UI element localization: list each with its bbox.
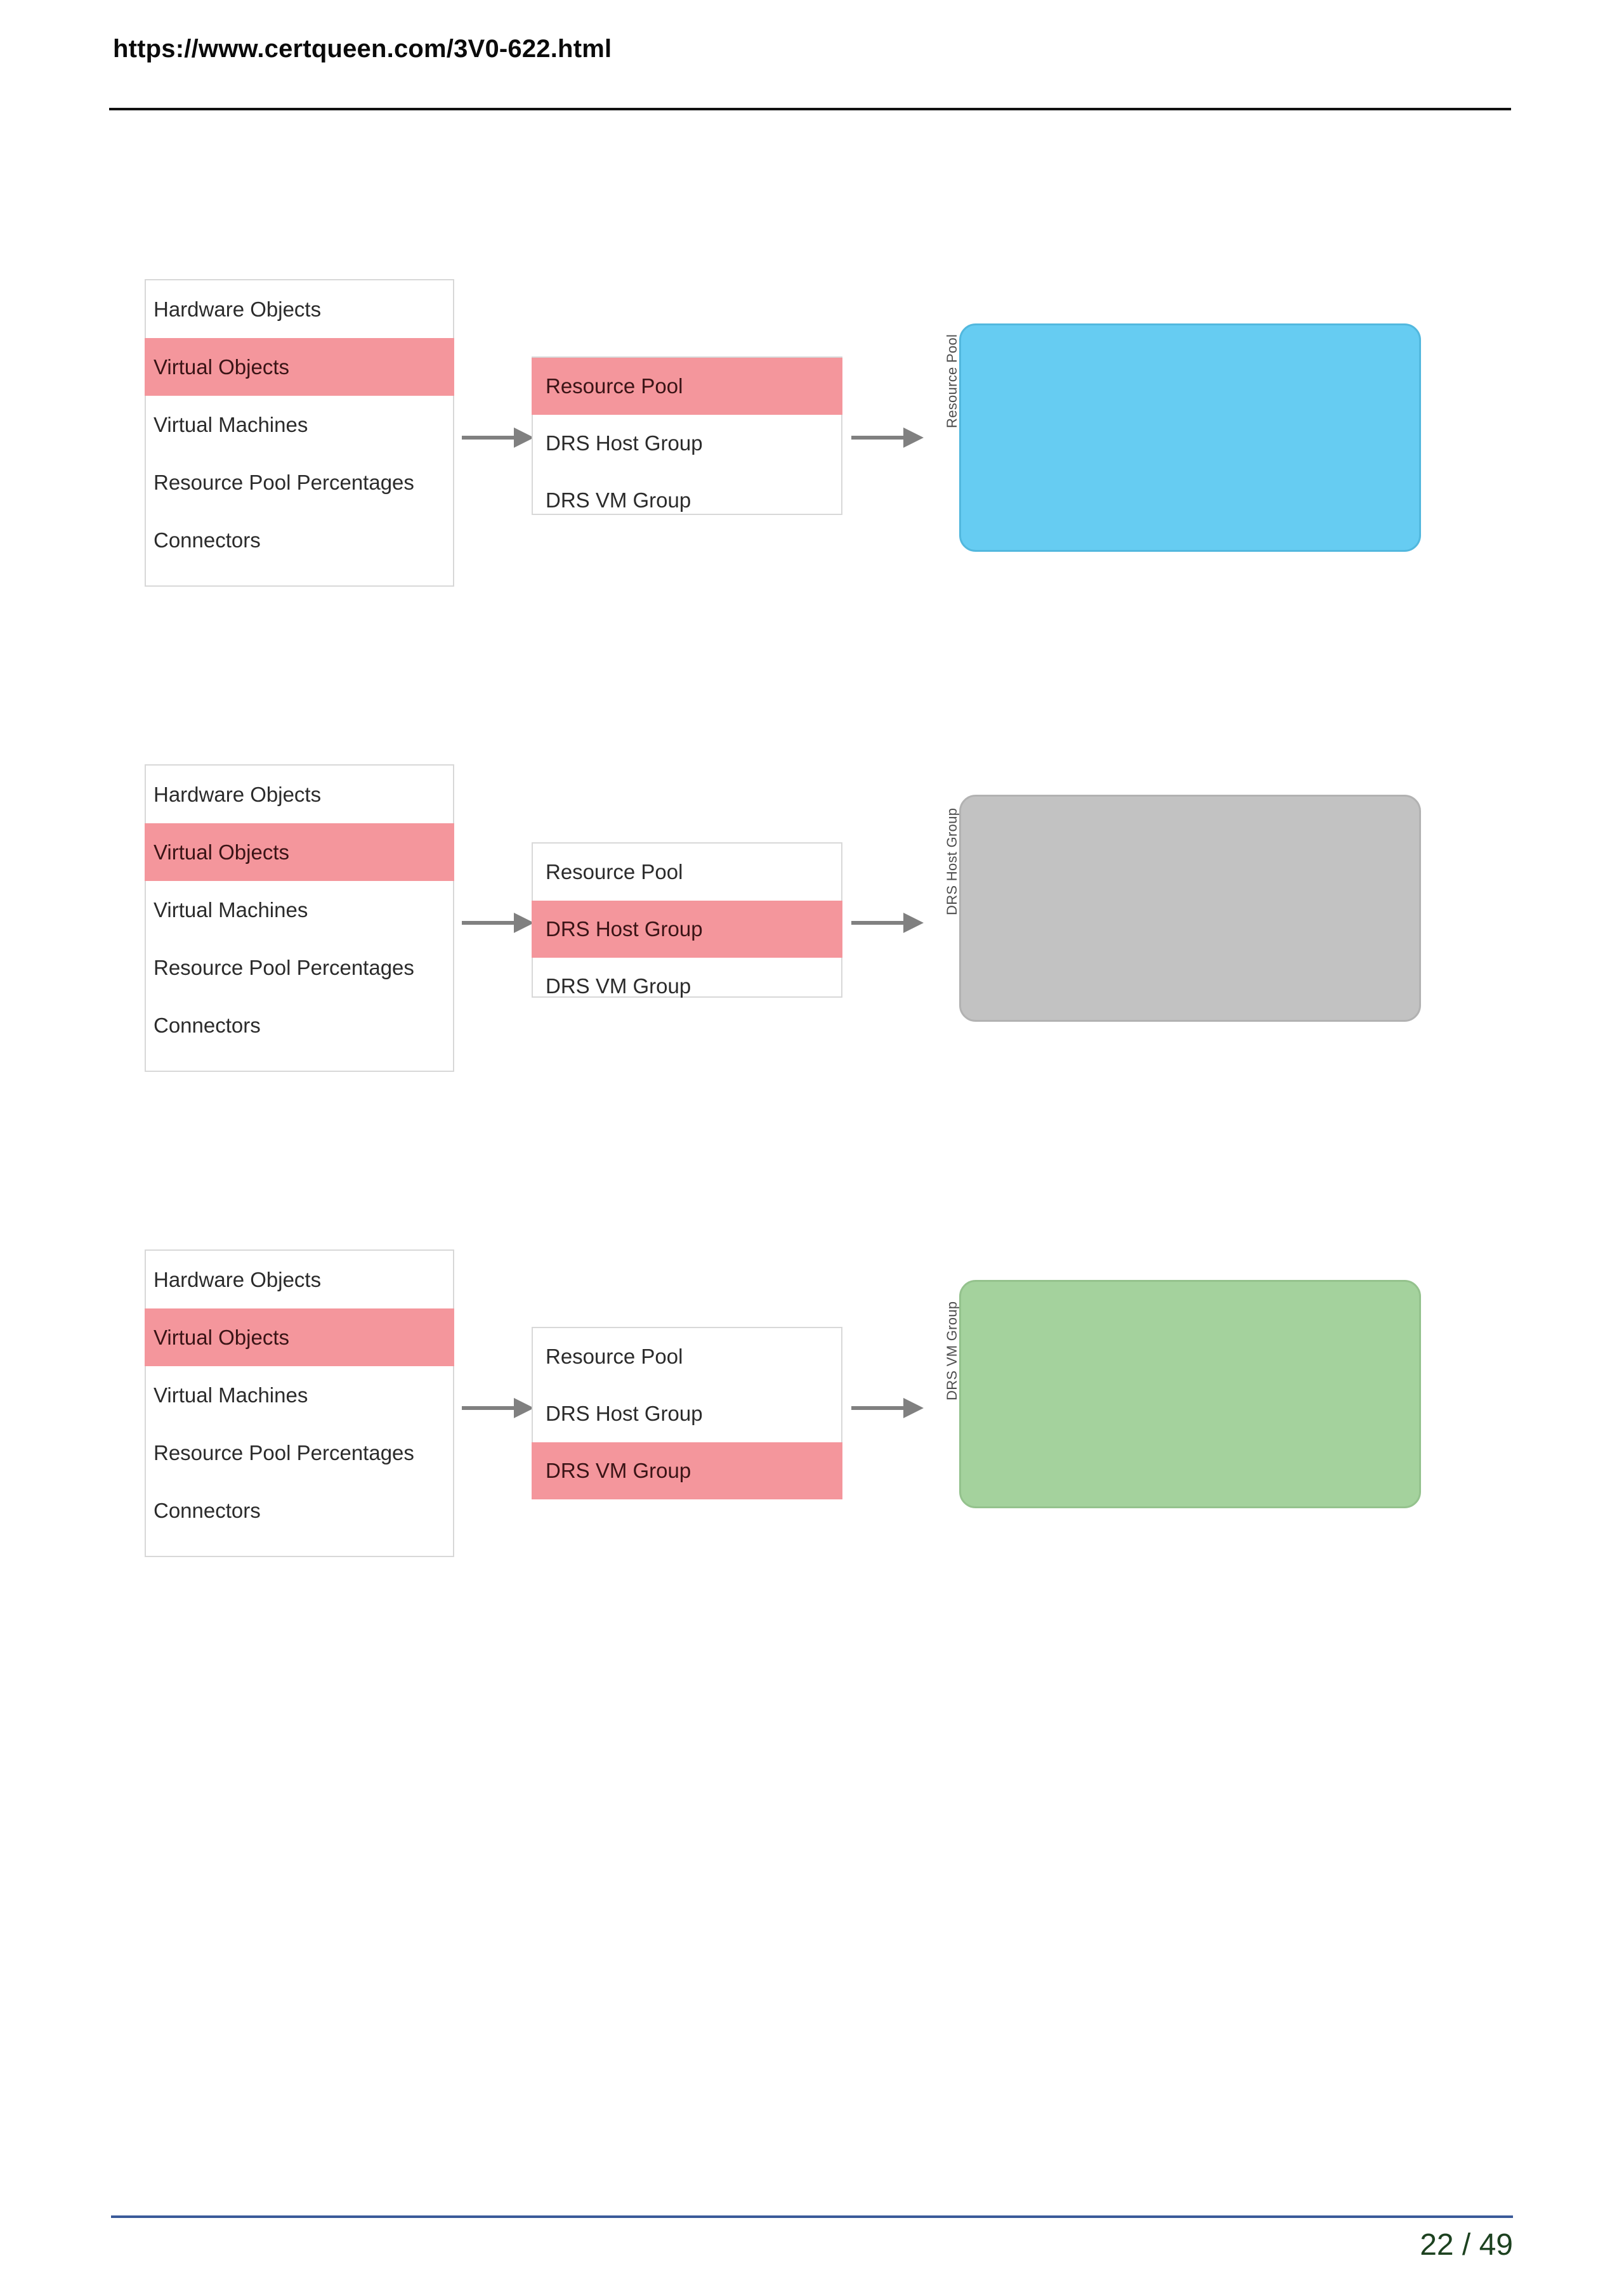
source-item-label: Virtual Objects — [154, 355, 289, 379]
option-item-drs-vm-group[interactable]: DRS VM Group — [533, 472, 841, 529]
target-box-axis-label: Resource Pool — [944, 334, 960, 428]
option-item-drs-vm-group[interactable]: DRS VM Group — [533, 958, 841, 1015]
arrow-right-icon-option-to-target — [850, 420, 926, 455]
source-item-hardware-objects[interactable]: Hardware Objects — [146, 766, 453, 823]
option-target-panel: Resource Pool DRS Host Group DRS VM Grou… — [532, 1327, 842, 1499]
option-target-panel: Resource Pool DRS Host Group DRS VM Grou… — [532, 842, 842, 998]
source-item-resource-pool-percentages[interactable]: Resource Pool Percentages — [146, 939, 453, 996]
source-item-virtual-machines[interactable]: Virtual Machines — [146, 1366, 453, 1424]
arrow-right-icon-option-to-target — [850, 905, 926, 941]
source-item-hardware-objects[interactable]: Hardware Objects — [146, 1251, 453, 1308]
source-item-label: Hardware Objects — [154, 297, 322, 321]
option-item-label: DRS Host Group — [546, 1402, 703, 1425]
source-item-label: Connectors — [154, 528, 261, 552]
source-item-label: Hardware Objects — [154, 783, 322, 806]
source-item-label: Hardware Objects — [154, 1268, 322, 1291]
option-item-label: DRS Host Group — [546, 431, 703, 455]
source-item-virtual-machines[interactable]: Virtual Machines — [146, 396, 453, 453]
option-item-drs-host-group[interactable]: DRS Host Group — [532, 901, 842, 958]
option-item-resource-pool[interactable]: Resource Pool — [532, 358, 842, 415]
option-item-label: DRS VM Group — [546, 1459, 691, 1482]
source-object-panel: Hardware Objects Virtual Objects Virtual… — [145, 279, 454, 587]
source-item-label: Connectors — [154, 1499, 261, 1522]
arrow-right-icon-option-to-target — [850, 1390, 926, 1426]
option-item-label: DRS VM Group — [546, 488, 691, 512]
option-item-resource-pool[interactable]: Resource Pool — [533, 844, 841, 901]
source-item-label: Virtual Machines — [154, 413, 308, 436]
source-object-panel: Hardware Objects Virtual Objects Virtual… — [145, 1249, 454, 1557]
source-item-hardware-objects[interactable]: Hardware Objects — [146, 280, 453, 338]
diagram-area: Hardware Objects Virtual Objects Virtual… — [0, 0, 1624, 2296]
target-box-axis-label: DRS VM Group — [944, 1301, 960, 1400]
source-item-resource-pool-percentages[interactable]: Resource Pool Percentages — [146, 1424, 453, 1482]
source-item-connectors[interactable]: Connectors — [146, 996, 453, 1054]
source-item-connectors[interactable]: Connectors — [146, 511, 453, 569]
source-item-virtual-objects[interactable]: Virtual Objects — [145, 823, 454, 881]
page-footer: 22 / 49 — [0, 2182, 1624, 2296]
target-result-box-drs-vm-group — [959, 1280, 1421, 1508]
option-item-label: Resource Pool — [546, 374, 683, 398]
source-item-resource-pool-percentages[interactable]: Resource Pool Percentages — [146, 453, 453, 511]
source-item-label: Resource Pool Percentages — [154, 956, 414, 979]
arrow-right-icon-source-to-option — [461, 1390, 537, 1426]
source-item-label: Virtual Machines — [154, 898, 308, 922]
source-item-label: Virtual Objects — [154, 1326, 289, 1349]
option-item-drs-host-group[interactable]: DRS Host Group — [533, 1385, 841, 1442]
arrow-right-icon-source-to-option — [461, 420, 537, 455]
option-item-label: DRS VM Group — [546, 974, 691, 998]
source-item-label: Resource Pool Percentages — [154, 1441, 414, 1464]
option-target-panel: Resource Pool DRS Host Group DRS VM Grou… — [532, 356, 842, 515]
source-item-virtual-objects[interactable]: Virtual Objects — [145, 1308, 454, 1366]
source-item-label: Virtual Objects — [154, 840, 289, 864]
target-result-box-resource-pool — [959, 323, 1421, 552]
target-box-axis-label: DRS Host Group — [944, 807, 960, 915]
source-object-panel: Hardware Objects Virtual Objects Virtual… — [145, 764, 454, 1072]
footer-divider — [111, 2215, 1513, 2218]
option-item-resource-pool[interactable]: Resource Pool — [533, 1328, 841, 1385]
page-number-indicator: 22 / 49 — [1420, 2228, 1513, 2262]
source-item-label: Virtual Machines — [154, 1383, 308, 1407]
option-item-label: Resource Pool — [546, 860, 683, 884]
option-item-drs-vm-group[interactable]: DRS VM Group — [532, 1442, 842, 1499]
option-item-label: Resource Pool — [546, 1345, 683, 1368]
target-result-box-drs-host-group — [959, 795, 1421, 1022]
source-item-label: Resource Pool Percentages — [154, 471, 414, 494]
option-item-drs-host-group[interactable]: DRS Host Group — [533, 415, 841, 472]
source-item-virtual-objects[interactable]: Virtual Objects — [145, 338, 454, 396]
source-item-connectors[interactable]: Connectors — [146, 1482, 453, 1539]
source-item-label: Connectors — [154, 1014, 261, 1037]
arrow-right-icon-source-to-option — [461, 905, 537, 941]
source-item-virtual-machines[interactable]: Virtual Machines — [146, 881, 453, 939]
option-item-label: DRS Host Group — [546, 917, 703, 941]
